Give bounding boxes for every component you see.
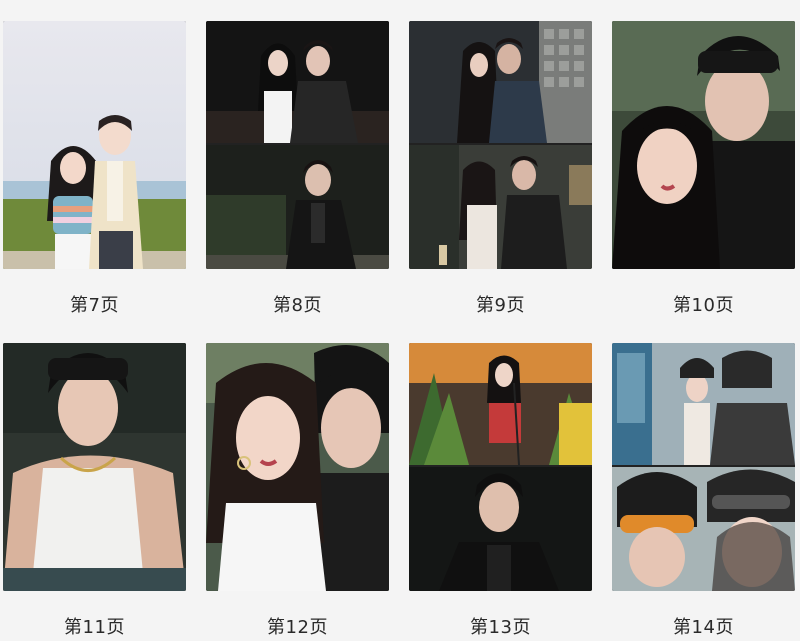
woman-singing-photo-image xyxy=(409,343,592,465)
page-9-thumbnail[interactable] xyxy=(409,21,592,269)
couple-helmets-closeup-photo-image xyxy=(612,467,795,591)
page-9-label: 第9页 xyxy=(476,295,525,316)
couple-helmets-street-photo-image xyxy=(612,343,795,465)
page-11-label: 第11页 xyxy=(64,617,125,638)
couple-closeup-photo-image xyxy=(206,343,389,591)
page-8-label: 第8页 xyxy=(273,295,322,316)
page-13-thumbnail[interactable] xyxy=(409,343,592,591)
page-8-thumbnail[interactable] xyxy=(206,21,389,269)
page-7-thumbnail[interactable] xyxy=(3,21,186,269)
couple-bar-photo-image xyxy=(409,145,592,269)
page-10-label: 第10页 xyxy=(673,295,734,316)
man-jacket-photo-image xyxy=(409,467,592,591)
page-12-thumbnail[interactable] xyxy=(206,343,389,591)
man-leather-jacket-photo-image xyxy=(206,145,389,269)
page-7-label: 第7页 xyxy=(70,295,119,316)
couple-kiss-photo-image xyxy=(409,21,592,143)
page-card-8[interactable]: 第8页 xyxy=(206,21,389,317)
page-card-7[interactable]: 第7页 xyxy=(3,21,186,317)
page-11-thumbnail[interactable] xyxy=(3,343,186,591)
page-12-label: 第12页 xyxy=(267,617,328,638)
page-10-thumbnail[interactable] xyxy=(612,21,795,269)
page-card-9[interactable]: 第9页 xyxy=(409,21,592,317)
couple-photo-image xyxy=(3,21,186,269)
couple-closeup-photo-image xyxy=(612,21,795,269)
page-card-12[interactable]: 第12页 xyxy=(206,343,389,639)
page-14-thumbnail[interactable] xyxy=(612,343,795,591)
page-card-10[interactable]: 第10页 xyxy=(612,21,795,317)
page-14-label: 第14页 xyxy=(673,617,734,638)
page-card-14[interactable]: 第14页 xyxy=(612,343,795,639)
man-tank-top-photo-image xyxy=(3,343,186,591)
page-13-label: 第13页 xyxy=(470,617,531,638)
page-card-11[interactable]: 第11页 xyxy=(3,343,186,639)
couple-night-photo-image xyxy=(206,21,389,143)
page-card-13[interactable]: 第13页 xyxy=(409,343,592,639)
